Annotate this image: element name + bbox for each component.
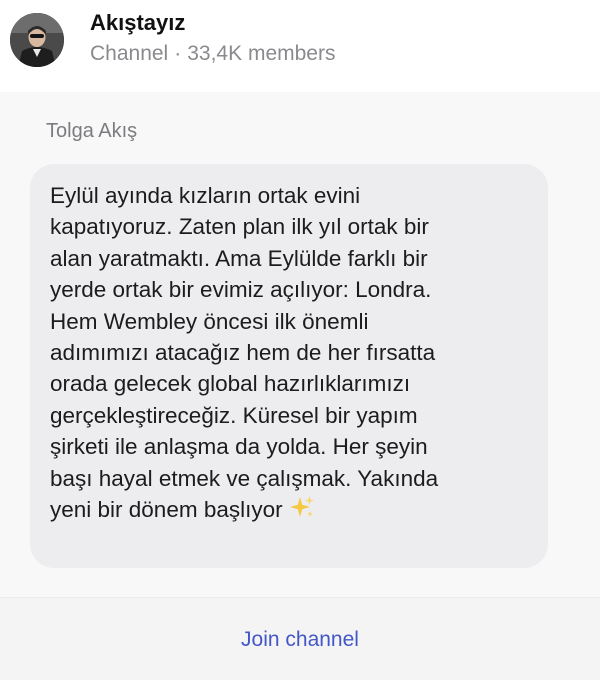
channel-name: Akıştayız	[90, 10, 186, 35]
channel-avatar[interactable]	[10, 13, 64, 67]
message-text: Eylül ayında kızların ortak evini kapatı…	[50, 180, 540, 529]
message-feed: Tolga Akış Eylül ayında kızların ortak e…	[0, 92, 600, 597]
message-bubble[interactable]: Eylül ayında kızların ortak evini kapatı…	[30, 164, 548, 568]
message-body: Eylül ayında kızların ortak evini kapatı…	[50, 183, 439, 523]
channel-header: Akıştayız Channel · 33,4K members	[0, 0, 600, 92]
member-count: 33,4K members	[187, 42, 336, 65]
sparkles-icon	[289, 495, 315, 529]
channel-footer: Join channel	[0, 597, 600, 680]
channel-type: Channel	[90, 42, 169, 65]
channel-meta: Channel · 33,4K members	[90, 42, 335, 66]
meta-separator: ·	[174, 42, 182, 65]
join-channel-button[interactable]: Join channel	[0, 628, 600, 652]
sender-name: Tolga Akış	[46, 120, 138, 142]
